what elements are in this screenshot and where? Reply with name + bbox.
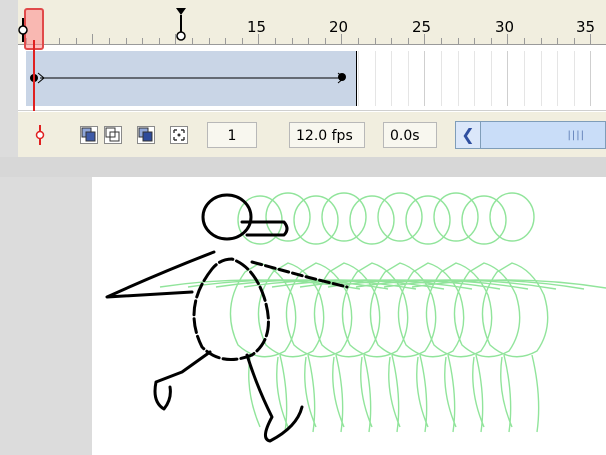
ruler-tick [292,38,293,44]
frame-cell [574,51,575,106]
frame-cell [391,51,392,106]
ghost-frame [299,192,501,433]
ruler-tick [458,38,459,44]
ruler-tick [126,38,127,44]
frame-cell [441,51,442,106]
ghost-frame [159,195,361,433]
ruler-tick [590,34,591,44]
ruler-tick [142,38,143,44]
ruler-tick [92,34,93,44]
stage-pasteboard [0,157,606,177]
modify-onion-markers-icon [173,129,185,141]
modify-onion-markers-button[interactable] [170,126,188,144]
ruler-tick [325,38,326,44]
ghost-frame [355,192,557,433]
frame-cell [358,51,359,106]
ghost-frame [411,192,606,433]
figure-head [201,193,253,241]
keyframe-icon[interactable] [336,71,348,83]
ruler-tick [507,34,508,44]
ruler-tick [258,34,259,44]
ruler-tick [341,34,342,44]
ruler-tick [76,38,77,44]
frame-cell [474,51,475,106]
stage-canvas[interactable] [92,177,606,455]
ruler-tick [59,38,60,44]
ruler-tick [524,38,525,44]
onion-skin-icon [81,127,96,142]
ruler-tick [358,38,359,44]
frame-cell [491,51,492,106]
frame-cell [375,51,376,106]
frame-cell [458,51,459,106]
ruler-tick [242,38,243,44]
onion-skin-outlines-button[interactable] [104,126,122,144]
frame-cell [408,51,409,106]
ruler-tick [424,34,425,44]
onion-skin-ghost-frames [159,192,606,433]
ruler-tick [557,38,558,44]
frame-rate-field[interactable]: 12.0 fps [289,122,365,148]
ruler-tick [474,38,475,44]
onion-skin-animation [105,192,606,443]
onion-end-marker-icon[interactable] [174,6,188,42]
frame-cell [524,51,525,106]
onion-skin-button[interactable] [80,126,98,144]
timeline-toolbar: 1 12.0 fps 0.0s ❮ |||| [18,111,606,158]
tween-arrow-icon [30,72,345,84]
current-frame-field: 1 [207,122,257,148]
ruler-tick [225,38,226,44]
figure-front-leg [245,353,304,443]
ruler-tick [441,38,442,44]
ruler-number: 15 [247,18,267,36]
edit-multiple-frames-icon [138,127,153,142]
ruler-tick [541,38,542,44]
frame-cell [424,51,425,106]
elapsed-time-field: 0.0s [383,122,437,148]
ghost-frame [383,195,585,433]
scroll-left-arrow-icon[interactable]: ❮ [456,122,481,148]
scroll-thumb-grip-icon[interactable]: |||| [568,130,585,141]
timeline-horizontal-scrollbar[interactable]: ❮ |||| [455,121,606,149]
frame-cell [507,51,508,106]
ruler-tick [375,38,376,44]
figure-back-leg [153,350,212,411]
ruler-tick [574,38,575,44]
frame-cell [557,51,558,106]
ruler-tick [308,38,309,44]
ruler-tick [408,38,409,44]
ruler-number: 30 [495,18,515,36]
ruler-number: 20 [329,18,349,36]
frame-cell [590,51,591,106]
ruler-tick [159,38,160,44]
timeline-ruler[interactable]: 15 20 25 30 35 [18,0,606,45]
center-frame-icon[interactable] [34,125,46,145]
motion-tween-span[interactable] [26,51,357,106]
onion-start-marker-icon[interactable] [16,18,30,42]
timeline-frames[interactable] [18,45,606,111]
running-figure [105,193,349,443]
ruler-tick [192,38,193,44]
ruler-number: 25 [412,18,432,36]
ghost-frame [327,195,529,433]
ruler-number: 35 [576,18,596,36]
ruler-tick [109,38,110,44]
ghost-frame [243,192,445,433]
ruler-tick [209,38,210,44]
ghost-frame [271,195,473,433]
edit-multiple-frames-button[interactable] [137,126,155,144]
ruler-tick [391,38,392,44]
onion-skin-outlines-icon [105,127,120,142]
ruler-tick [491,38,492,44]
ruler-tick [275,38,276,44]
frame-cell [541,51,542,106]
